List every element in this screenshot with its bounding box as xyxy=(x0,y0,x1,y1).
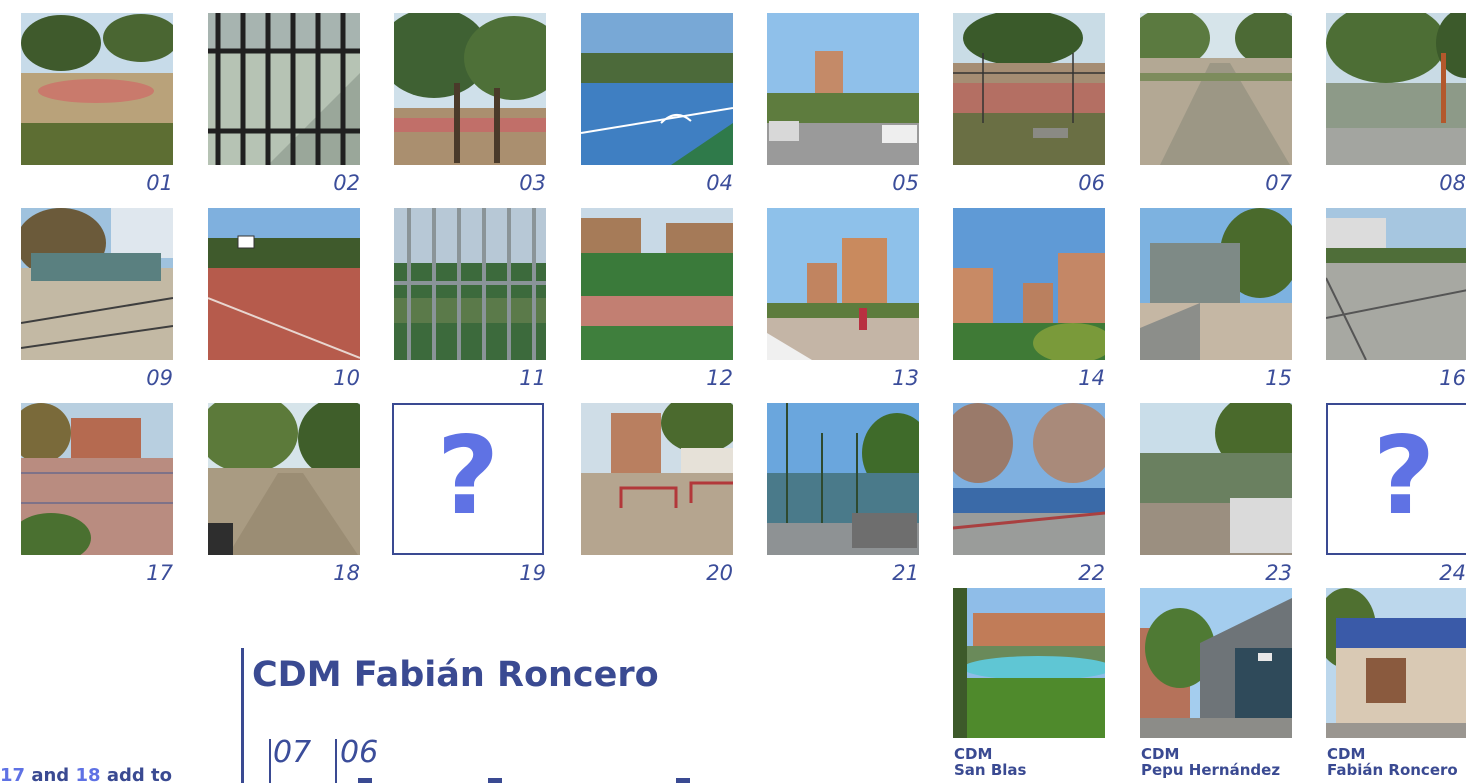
photo-07 xyxy=(1140,13,1292,165)
photo-number-24: 24 xyxy=(1439,561,1466,585)
photo-number-16: 16 xyxy=(1439,366,1466,390)
photo-08 xyxy=(1326,13,1466,165)
facility-title: CDM Fabián Roncero xyxy=(252,655,659,695)
legend-marker-06 xyxy=(335,739,337,783)
photo-15 xyxy=(1140,208,1292,360)
photo-23 xyxy=(1140,403,1292,555)
photo-number-15: 15 xyxy=(1265,366,1292,390)
photo-number-02: 02 xyxy=(333,171,360,195)
photo-16 xyxy=(1326,208,1466,360)
photo-10 xyxy=(208,208,360,360)
photo-number-03: 03 xyxy=(519,171,546,195)
photo-unknown-19: ? xyxy=(392,403,544,555)
cdm-caption-pepu-hernandez: CDM Pepu Hernández xyxy=(1141,746,1280,778)
left-text-word-and: and xyxy=(31,765,70,783)
photo-01 xyxy=(21,13,173,165)
photo-number-01: 01 xyxy=(146,171,173,195)
legend-dash-row xyxy=(358,778,690,783)
cdm-photo-san-blas xyxy=(953,588,1105,738)
photo-number-20: 20 xyxy=(706,561,733,585)
cdm-caption-line1: CDM xyxy=(954,745,993,763)
photo-number-23: 23 xyxy=(1265,561,1292,585)
photo-number-06: 06 xyxy=(1078,171,1105,195)
photo-number-09: 09 xyxy=(146,366,173,390)
photo-14 xyxy=(953,208,1105,360)
cdm-caption-line1: CDM xyxy=(1327,745,1366,763)
photo-22 xyxy=(953,403,1105,555)
photo-number-19: 19 xyxy=(519,561,546,585)
photo-number-18: 18 xyxy=(333,561,360,585)
photo-18 xyxy=(208,403,360,555)
photo-09 xyxy=(21,208,173,360)
cdm-photo-fabian-roncero xyxy=(1326,588,1466,738)
legend-number-07: 07 xyxy=(273,735,312,770)
left-text-number-17: 17 xyxy=(0,765,26,783)
photo-04 xyxy=(581,13,733,165)
photo-number-07: 07 xyxy=(1265,171,1292,195)
legend-number-06: 06 xyxy=(340,735,379,770)
cdm-caption-line1: CDM xyxy=(1141,745,1180,763)
cdm-caption-line2: Fabián Roncero xyxy=(1327,761,1458,779)
photo-12 xyxy=(581,208,733,360)
cdm-caption-line2: San Blas xyxy=(954,761,1027,779)
legend-marker-07 xyxy=(269,739,271,783)
question-mark-icon: ? xyxy=(1372,414,1436,539)
cdm-photo-pepu-hernandez xyxy=(1140,588,1292,738)
photo-number-08: 08 xyxy=(1439,171,1466,195)
left-text-number-18: 18 xyxy=(75,765,101,783)
photo-number-05: 05 xyxy=(892,171,919,195)
question-mark-icon: ? xyxy=(436,414,500,539)
photo-02 xyxy=(208,13,360,165)
photo-13 xyxy=(767,208,919,360)
photo-06 xyxy=(953,13,1105,165)
photo-20 xyxy=(581,403,733,555)
photo-number-10: 10 xyxy=(333,366,360,390)
photo-05 xyxy=(767,13,919,165)
photo-unknown-24: ? xyxy=(1326,403,1466,555)
photo-number-13: 13 xyxy=(892,366,919,390)
left-text-word-add: add to xyxy=(106,765,172,783)
photo-number-22: 22 xyxy=(1078,561,1105,585)
photo-number-14: 14 xyxy=(1078,366,1105,390)
photo-17 xyxy=(21,403,173,555)
photo-21 xyxy=(767,403,919,555)
cdm-caption-san-blas: CDM San Blas xyxy=(954,746,1026,778)
left-text-fragment: 17 and 18 add to xyxy=(0,765,172,783)
photo-number-12: 12 xyxy=(706,366,733,390)
photo-number-21: 21 xyxy=(892,561,919,585)
section-divider xyxy=(241,648,244,783)
cdm-caption-line2: Pepu Hernández xyxy=(1141,761,1281,779)
photo-11 xyxy=(394,208,546,360)
photo-number-17: 17 xyxy=(146,561,173,585)
photo-number-11: 11 xyxy=(519,366,546,390)
cdm-caption-fabian-roncero: CDM Fabián Roncero xyxy=(1327,746,1458,778)
photo-number-04: 04 xyxy=(706,171,733,195)
photo-03 xyxy=(394,13,546,165)
